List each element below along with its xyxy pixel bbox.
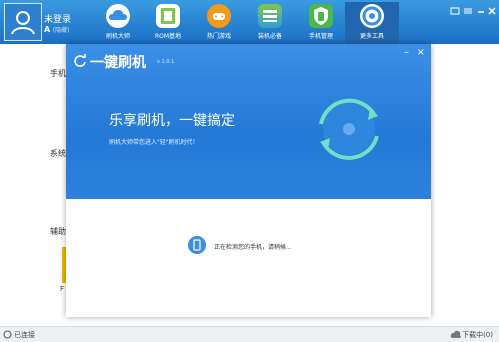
nav-label: 热门游戏 <box>206 33 231 40</box>
nav-flash-master[interactable]: 刷机大师 <box>91 2 145 44</box>
dialog-title: 一键刷机 <box>90 55 146 71</box>
top-toolbar: 未登录 A (隐藏) 刷机大师 ROM基地 热门游戏 装机必备 手机管理 更多工… <box>0 0 499 44</box>
nav-more-tools[interactable]: 更多工具 <box>345 2 399 44</box>
phone-detect-icon <box>188 236 206 254</box>
close-icon[interactable] <box>487 6 497 16</box>
apps-icon <box>258 4 282 28</box>
nav-rom-base[interactable]: ROM基地 <box>141 2 195 44</box>
dialog-minimize-icon[interactable]: – <box>404 47 409 58</box>
nav-label: ROM基地 <box>154 33 182 40</box>
dialog-header: 一键刷机 v 1.0.1 – × 乐享刷机，一键搞定 刷机大师带您进入"轻"刷机… <box>66 44 431 199</box>
dialog-close-icon[interactable]: × <box>417 47 425 58</box>
nav-label: 手机管理 <box>308 33 333 40</box>
login-status[interactable]: 未登录 <box>44 12 71 25</box>
flash-dialog: 一键刷机 v 1.0.1 – × 乐享刷机，一键搞定 刷机大师带您进入"轻"刷机… <box>66 44 431 317</box>
cloud-icon <box>106 4 130 28</box>
nav-label: 刷机大师 <box>105 33 130 40</box>
app-card-letter: F <box>60 285 65 293</box>
detecting-status: 正在检测您的手机，请稍候... <box>214 244 292 251</box>
sync-circle-icon <box>319 98 379 160</box>
user-sub-status: A (隐藏) <box>44 25 70 34</box>
nav-label: 装机必备 <box>257 33 282 40</box>
tools-icon <box>360 4 384 28</box>
rom-icon <box>156 4 180 28</box>
gamepad-icon <box>207 4 231 28</box>
refresh-icon <box>74 54 86 67</box>
phone-section-label: 手机 <box>50 69 66 78</box>
dialog-tagline: 刷机大师带您进入"轻"刷机时代！ <box>109 139 199 146</box>
connection-status: 已连接 <box>14 331 35 339</box>
dialog-version: v 1.0.1 <box>157 59 175 65</box>
nav-label: 更多工具 <box>359 33 384 40</box>
menu-icon[interactable] <box>463 6 473 16</box>
nav-phone-manager[interactable]: 手机管理 <box>294 2 348 44</box>
minimize-icon[interactable] <box>476 6 486 16</box>
skin-icon[interactable] <box>450 6 460 16</box>
system-section-label: 系统 <box>50 149 66 158</box>
connection-icon <box>3 330 12 339</box>
status-bar: 已连接 下载中(0) <box>0 326 499 342</box>
download-manager[interactable]: 下载中(0) <box>462 330 493 340</box>
cloud-download-icon <box>450 330 461 338</box>
nav-essentials[interactable]: 装机必备 <box>243 2 297 44</box>
assist-section-label: 辅助 <box>50 227 66 236</box>
user-avatar[interactable] <box>4 3 42 41</box>
user-icon <box>11 11 35 35</box>
shield-icon <box>309 4 333 28</box>
nav-hot-games[interactable]: 热门游戏 <box>192 2 246 44</box>
dialog-slogan: 乐享刷机，一键搞定 <box>109 113 235 129</box>
